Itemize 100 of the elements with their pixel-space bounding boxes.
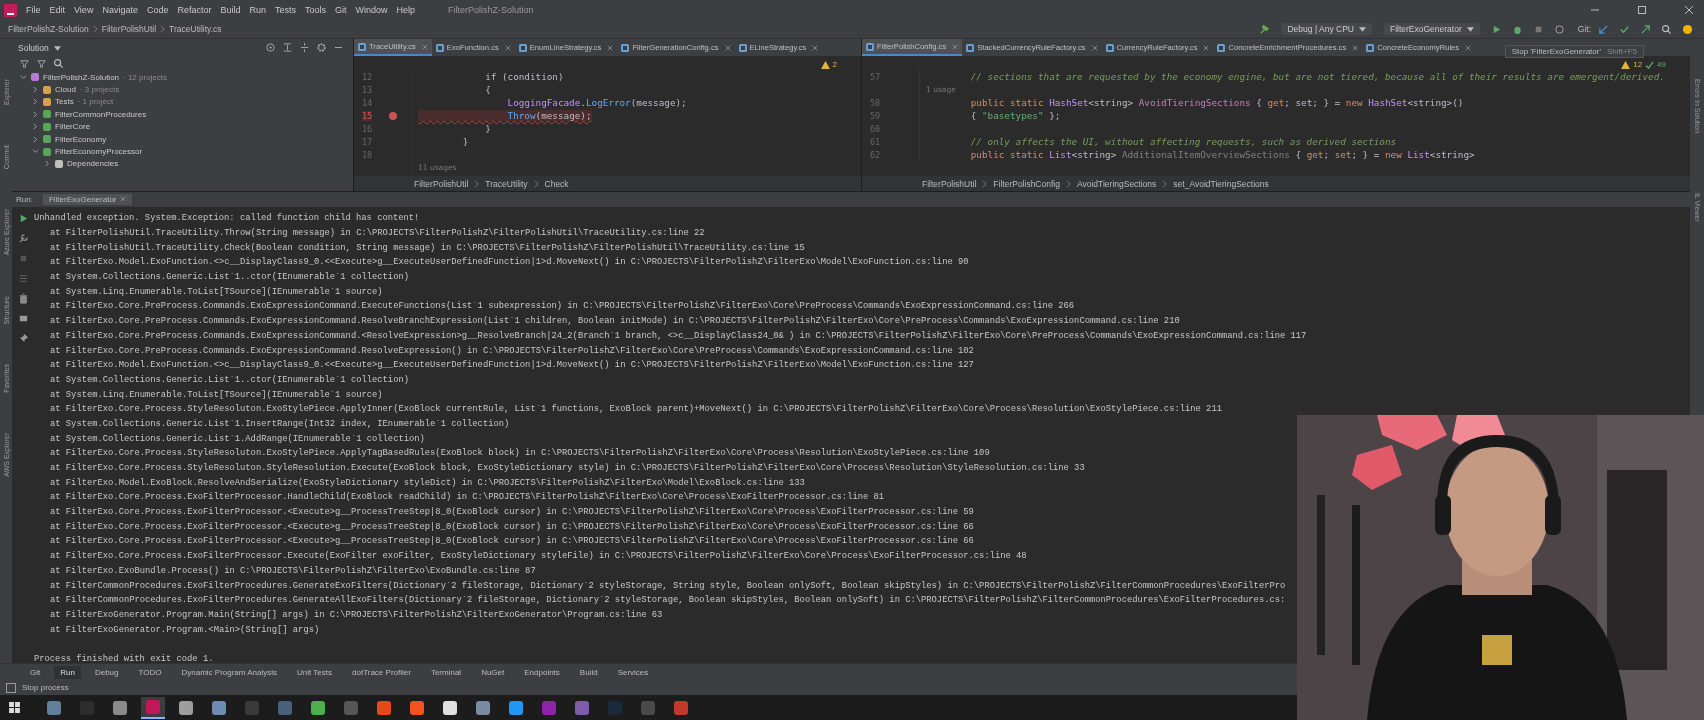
- close-icon[interactable]: [1684, 5, 1694, 15]
- file-icon: [866, 42, 874, 51]
- breadcrumb-item[interactable]: TraceUtility: [485, 178, 528, 189]
- warning-count[interactable]: 12: [1633, 60, 1643, 69]
- profiler-icon[interactable]: [1553, 23, 1565, 35]
- caret-icon[interactable]: [1358, 27, 1366, 32]
- breadcrumb-item[interactable]: Check: [544, 178, 569, 189]
- menu-item[interactable]: View: [74, 5, 94, 15]
- arrow-icon[interactable]: [1640, 23, 1651, 35]
- taskbar-app-icon[interactable]: [141, 696, 165, 719]
- console-line: at FilterExo.Core.Process.ExoFilterProcessor.<Execute>g__ProcessTreeStep|8_0(ExoBlock cursor) in C:\PROJECTS\FilterPolishZ\FilterExo\Core\Process\ExoFilterProcessor.cs:line 59: [50, 507, 974, 518]
- warning-icon[interactable]: [820, 60, 830, 69]
- caret-icon[interactable]: [53, 45, 61, 51]
- tool-window-tab[interactable]: Debug: [88, 665, 125, 679]
- close-icon[interactable]: [1465, 44, 1472, 51]
- console-tab[interactable]: FilterExoGenerator: [42, 194, 132, 205]
- wrench-icon[interactable]: [17, 233, 29, 244]
- menu-item[interactable]: Run: [249, 5, 266, 15]
- breadcrumb-item[interactable]: FilterPolishConfig: [993, 178, 1060, 189]
- console-line: at FilterExo.Core.Process.StyleResoluton.StyleResolution.Execute(ExoBlock block, ExoStyleDictionary style) in C:\PROJECTS\FilterPolishZ\FilterExo\Core\Process\Resolution\StyleResolution.cs:line 33: [50, 463, 1085, 474]
- run-configuration-dropdown[interactable]: FilterExoGenerator: [1383, 23, 1480, 35]
- code-line: // only affects the UI, without affecting requests, such as derived sections: [969, 136, 1397, 147]
- breadcrumb-item[interactable]: set_AvoidTieringSections: [1173, 178, 1269, 189]
- settings-icon[interactable]: [316, 42, 327, 53]
- menu-item[interactable]: Tools: [305, 5, 326, 15]
- tool-window-tab[interactable]: TODO: [132, 665, 168, 679]
- collapse-icon[interactable]: [299, 42, 310, 53]
- warning-icon[interactable]: [1621, 60, 1631, 69]
- tree-item[interactable]: Dependencies: [67, 159, 119, 169]
- close-icon[interactable]: [1203, 44, 1210, 51]
- target-icon[interactable]: [265, 42, 276, 53]
- close-icon[interactable]: [1091, 44, 1098, 51]
- menu-item[interactable]: Window: [355, 5, 388, 15]
- close-icon[interactable]: [812, 44, 819, 51]
- tree-item[interactable]: FilterEconomyProcessor: [55, 147, 143, 157]
- menu-item[interactable]: Build: [220, 5, 241, 15]
- status-icon[interactable]: [6, 682, 16, 693]
- maximize-icon[interactable]: [1637, 5, 1647, 15]
- tree-item[interactable]: Cloud: [55, 85, 76, 95]
- menu-item[interactable]: Edit: [49, 5, 66, 15]
- tree-item[interactable]: Tests: [55, 97, 74, 107]
- tree-item[interactable]: FilterEconomy: [55, 134, 107, 144]
- breadcrumb-item[interactable]: FilterPolishZ-Solution: [8, 24, 89, 34]
- layout-icon[interactable]: [17, 313, 29, 324]
- tool-window-tab[interactable]: Unit Tests: [291, 665, 339, 679]
- tool-window-tab[interactable]: Terminal: [424, 665, 468, 679]
- console-line: at FilterPolishUtil.TraceUtility.Check(Boolean condition, String message) in C:\PROJECTS\FilterPolishZ\FilterPolishUtil\TraceUtility.cs:line 15: [50, 242, 805, 253]
- code-line: public static List<string> AdditionalItemOverviewSections { get; set; } = new List<string>: [969, 149, 1475, 160]
- breadcrumb-item[interactable]: TraceUtility.cs: [169, 24, 222, 34]
- close-icon[interactable]: [504, 44, 511, 51]
- tool-window-tab[interactable]: Dynamic Program Analysis: [175, 665, 284, 679]
- filter-icon[interactable]: [19, 58, 30, 69]
- console-line: at FilterExo.Model.ExoFunction.<>c__DisplayClass9_0.<<Execute>g__ExecuteUserDefinedFunction|1>d.MoveNext() in C:\PROJECTS\FilterPolishZ\FilterExo\Model\ExoFunction.cs:line 127: [50, 360, 974, 371]
- configuration-dropdown[interactable]: Debug | Any CPU: [1281, 23, 1372, 35]
- tool-window-tab[interactable]: Endpoints: [518, 665, 566, 679]
- update-icon[interactable]: [1682, 23, 1693, 35]
- breadcrumb-item[interactable]: FilterPolishUtil: [101, 24, 157, 34]
- close-icon[interactable]: [1352, 44, 1359, 51]
- tree-item[interactable]: FilterCore: [55, 122, 91, 132]
- search-icon[interactable]: [1661, 23, 1672, 35]
- search-icon[interactable]: [53, 58, 64, 69]
- caret-icon[interactable]: [1466, 27, 1474, 32]
- tree-item[interactable]: FilterPolishZ-Solution: [43, 72, 120, 82]
- ok-count[interactable]: 49: [1657, 60, 1666, 69]
- panel-title[interactable]: Solution: [18, 42, 61, 53]
- menu-item[interactable]: Refactor: [177, 5, 212, 15]
- filter-icon[interactable]: [36, 58, 47, 69]
- arrow-icon[interactable]: [1598, 23, 1609, 35]
- tool-window-tab[interactable]: Services: [611, 665, 655, 679]
- console-line: at FilterPolishUtil.TraceUtility.Throw(String message) in C:\PROJECTS\FilterPolishZ\FilterPolishUtil\TraceUtility.cs:line 22: [50, 228, 705, 239]
- chevron-icon: [982, 179, 988, 188]
- tree-item[interactable]: FilterCommonProcedures: [55, 109, 147, 119]
- tool-window-tab[interactable]: Git: [24, 665, 47, 679]
- chevron-icon: [1162, 179, 1168, 188]
- menu-item[interactable]: Git: [335, 5, 347, 15]
- menu-item[interactable]: Code: [146, 5, 169, 15]
- warning-count[interactable]: 2: [832, 60, 837, 69]
- check-icon[interactable]: [1645, 60, 1655, 69]
- tool-window-tab[interactable]: Run: [54, 665, 81, 679]
- trash-icon[interactable]: [17, 293, 29, 304]
- breadcrumb-item[interactable]: FilterPolishUtil: [922, 178, 977, 189]
- menu-item[interactable]: Tests: [275, 5, 296, 15]
- tool-window-tab[interactable]: NuGet: [475, 665, 511, 679]
- breakpoint-icon[interactable]: [389, 111, 397, 120]
- tool-window-tab[interactable]: Build: [573, 665, 604, 679]
- console-line: at System.Collections.Generic.List`1.AddRange(IEnumerable`1 collection): [50, 433, 425, 444]
- menu-item[interactable]: Navigate: [102, 5, 138, 15]
- menu-item[interactable]: Help: [396, 5, 416, 15]
- check-icon[interactable]: [1619, 23, 1630, 35]
- list-icon[interactable]: [17, 273, 29, 284]
- windows-logo-icon[interactable]: [8, 701, 21, 714]
- tool-window-tab[interactable]: dotTrace Profiler: [346, 665, 417, 679]
- close-icon[interactable]: [724, 44, 731, 51]
- breadcrumb-item[interactable]: FilterPolishUtil: [414, 178, 469, 189]
- close-icon[interactable]: [607, 44, 614, 51]
- breadcrumb-item[interactable]: AvoidTieringSections: [1076, 178, 1157, 189]
- menu-item[interactable]: File: [26, 5, 41, 15]
- expand-icon[interactable]: [282, 42, 293, 53]
- chevron-icon: [474, 179, 480, 188]
- hammer-icon[interactable]: [1259, 23, 1271, 35]
